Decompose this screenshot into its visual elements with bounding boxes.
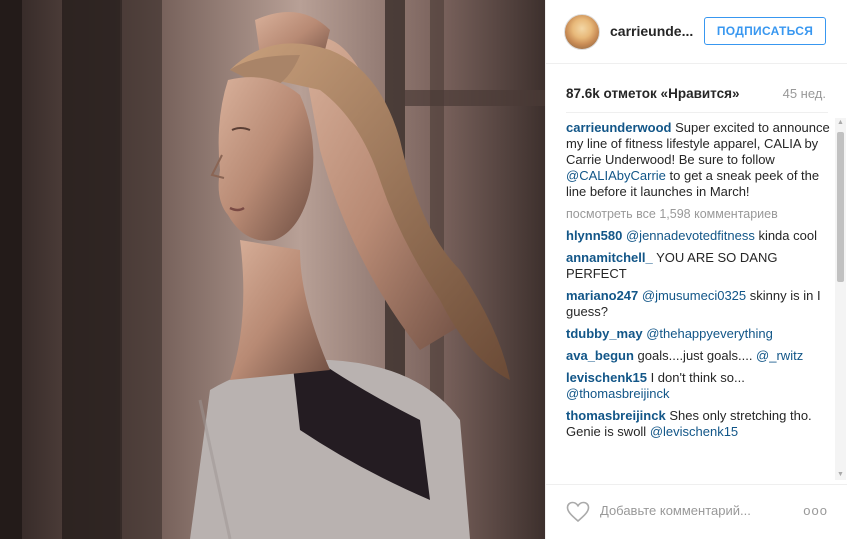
comment-item: tdubby_may @thehappyeverything bbox=[566, 326, 830, 342]
comments-list: carrieunderwood Super excited to announc… bbox=[566, 120, 830, 478]
comment-mention[interactable]: @_rwitz bbox=[756, 348, 803, 363]
post-stats: 87.6k отметок «Нравится» 45 нед. bbox=[566, 86, 828, 104]
comment-username[interactable]: annamitchell_ bbox=[566, 250, 653, 265]
likes-count[interactable]: 87.6k отметок «Нравится» bbox=[566, 86, 740, 101]
comment-mention[interactable]: @jennadevotedfitness bbox=[626, 228, 755, 243]
more-options-icon[interactable]: ooo bbox=[803, 503, 828, 518]
comment-text: I don't think so... bbox=[646, 370, 745, 385]
comment-item: hlynn580 @jennadevotedfitness kinda cool bbox=[566, 228, 830, 244]
comments-scrollbar[interactable]: ▲ ▼ bbox=[835, 118, 846, 480]
heart-icon[interactable] bbox=[566, 501, 590, 523]
avatar[interactable] bbox=[564, 14, 600, 50]
comment-item: ava_begun goals....just goals.... @_rwit… bbox=[566, 348, 830, 364]
comment-item: mariano247 @jmusumeci0325 skinny is in I… bbox=[566, 288, 830, 320]
comment-item: thomasbreijinck Shes only stretching tho… bbox=[566, 408, 830, 440]
scroll-down-arrow-icon[interactable]: ▼ bbox=[835, 470, 846, 480]
post-footer: Добавьте комментарий... ooo bbox=[546, 484, 847, 539]
scroll-up-arrow-icon[interactable]: ▲ bbox=[835, 118, 846, 128]
comment-username[interactable]: levischenk15 bbox=[566, 370, 647, 385]
comment-item: annamitchell_ YOU ARE SO DANG PERFECT bbox=[566, 250, 830, 282]
caption-username[interactable]: carrieunderwood bbox=[566, 120, 671, 135]
comment-text: kinda cool bbox=[754, 228, 817, 243]
follow-button[interactable]: ПОДПИСАТЬСЯ bbox=[704, 17, 826, 45]
comment-username[interactable]: tdubby_may bbox=[566, 326, 643, 341]
scroll-thumb[interactable] bbox=[837, 132, 844, 282]
comment-mention[interactable]: @thehappyeverything bbox=[646, 326, 773, 341]
comment-mention[interactable]: @thomasbreijinck bbox=[566, 386, 670, 401]
add-comment-input[interactable]: Добавьте комментарий... bbox=[600, 503, 751, 518]
comment-username[interactable]: ava_begun bbox=[566, 348, 634, 363]
post-photo[interactable] bbox=[0, 0, 545, 539]
caption: carrieunderwood Super excited to announc… bbox=[566, 120, 830, 200]
comment-username[interactable]: hlynn580 bbox=[566, 228, 622, 243]
post-time[interactable]: 45 нед. bbox=[783, 86, 826, 101]
divider bbox=[566, 112, 828, 113]
caption-mention[interactable]: @CALIAbyCarrie bbox=[566, 168, 666, 183]
post-side-panel: carrieunde... ПОДПИСАТЬСЯ 87.6k отметок … bbox=[545, 0, 847, 539]
comment-mention[interactable]: @jmusumeci0325 bbox=[642, 288, 746, 303]
view-all-comments-link[interactable]: посмотреть все 1,598 комментариев bbox=[566, 206, 830, 222]
username[interactable]: carrieunde... bbox=[610, 23, 693, 39]
comment-username[interactable]: mariano247 bbox=[566, 288, 638, 303]
post-photo-illustration bbox=[0, 0, 545, 539]
post-header: carrieunde... ПОДПИСАТЬСЯ bbox=[546, 0, 847, 64]
comment-item: levischenk15 I don't think so... @thomas… bbox=[566, 370, 830, 402]
comment-username[interactable]: thomasbreijinck bbox=[566, 408, 666, 423]
comment-mention[interactable]: @levischenk15 bbox=[650, 424, 738, 439]
comment-text: goals....just goals.... bbox=[633, 348, 757, 363]
